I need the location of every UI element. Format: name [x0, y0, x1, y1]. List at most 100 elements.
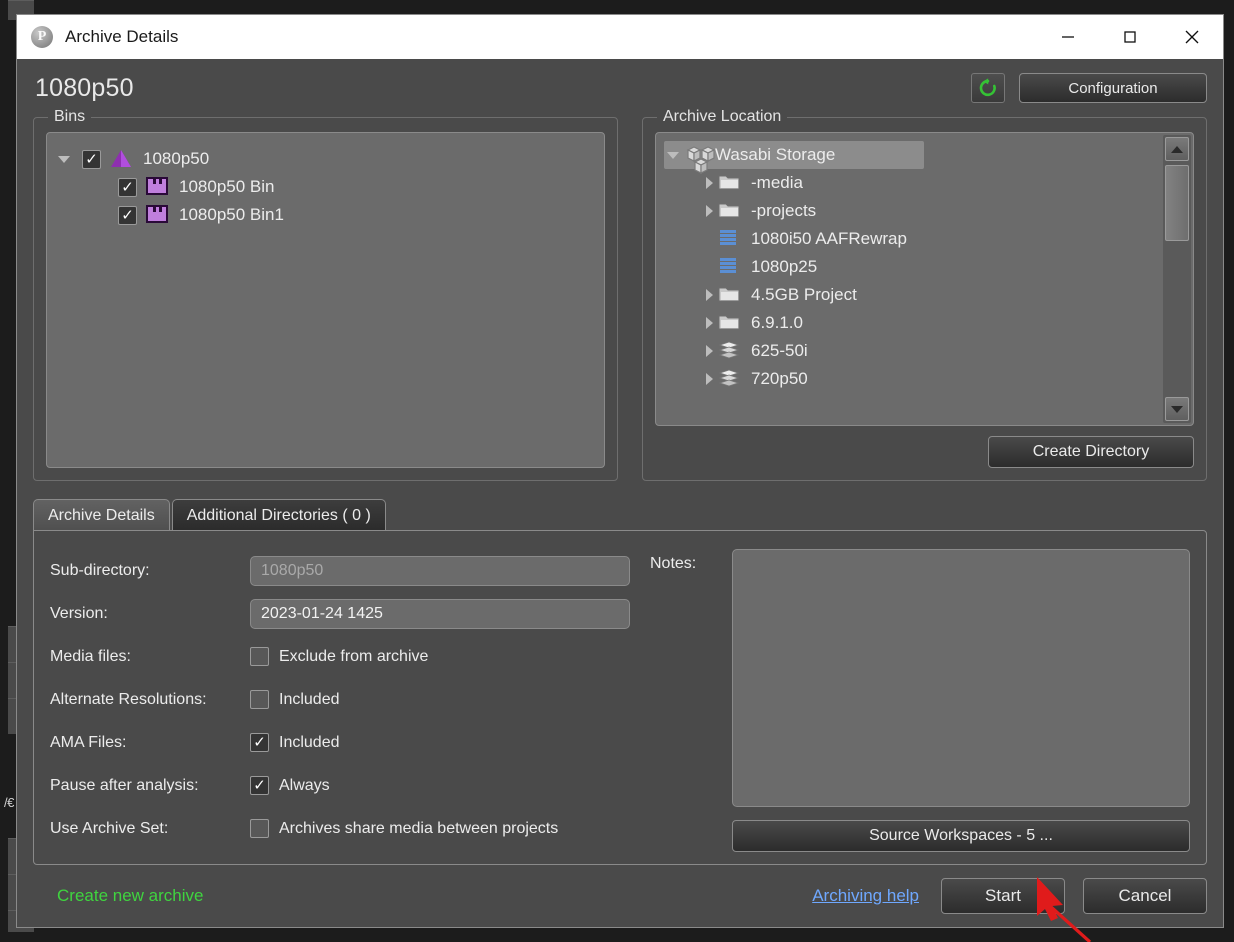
chevron-down-icon[interactable] [55, 150, 73, 168]
bin-checkbox[interactable]: ✓ [118, 205, 137, 225]
cancel-button[interactable]: Cancel [1083, 878, 1207, 914]
form-checkbox-text: Included [279, 733, 340, 751]
version-row: Version: 2023-01-24 1425 [50, 592, 640, 635]
bins-tree-row-label: 1080p50 Bin [179, 177, 275, 196]
archive-location-tree-row[interactable]: -projects [664, 197, 1185, 225]
subdirectory-label: Sub-directory: [50, 561, 150, 579]
stack-layers-icon [718, 369, 742, 389]
form-checkbox-row: Media files: ✓ Exclude from archive [50, 635, 640, 678]
scroll-down-button[interactable] [1165, 397, 1189, 421]
form-checkbox-control[interactable]: ✓ Always [250, 776, 330, 795]
form-checkbox-row: Pause after analysis: ✓ Always [50, 764, 640, 807]
notes-textarea[interactable] [732, 549, 1190, 807]
bins-tree-row[interactable]: ✓ 1080p50 Bin1 [55, 201, 596, 229]
bin-icon [146, 177, 170, 197]
archive-bars-icon [718, 257, 742, 277]
bin-checkbox[interactable]: ✓ [118, 177, 137, 197]
form-checkbox-control[interactable]: ✓ Exclude from archive [250, 647, 428, 666]
scroll-down-arrow-icon [1171, 405, 1183, 413]
form-checkbox-label: Use Archive Set: [50, 819, 169, 837]
form-checkbox[interactable]: ✓ [250, 819, 269, 838]
checkbox-rows: Media files: ✓ Exclude from archive Alterna… [50, 635, 640, 850]
bins-tree-row-label: 1080p50 Bin1 [179, 205, 284, 224]
form-checkbox[interactable]: ✓ [250, 690, 269, 709]
form-checkbox-control[interactable]: ✓ Included [250, 733, 340, 752]
form-checkbox[interactable]: ✓ [250, 776, 269, 795]
app-icon: P [31, 26, 53, 48]
form-checkbox-text: Archives share media between projects [279, 819, 559, 837]
create-directory-row: Create Directory [655, 426, 1194, 468]
chevron-right-icon[interactable] [700, 370, 718, 388]
checkmark-icon: ✓ [121, 178, 134, 196]
cube-storage-icon [682, 145, 716, 174]
bins-tree-row[interactable]: ✓ 1080p50 Bin [55, 173, 596, 201]
archive-location-tree-row[interactable]: 720p50 [664, 365, 1185, 393]
bins-tree-row[interactable]: ✓ 1080p50 [55, 145, 596, 173]
window-title: Archive Details [65, 27, 179, 46]
archive-location-tree-panel[interactable]: Wasabi Storage -media -projects 1080i50 AAF… [655, 132, 1194, 426]
window-titlebar: P Archive Details [17, 15, 1223, 59]
archive-location-tree-row-label: Wasabi Storage [715, 145, 836, 164]
version-label: Version: [50, 604, 108, 622]
folder-icon [718, 285, 742, 305]
archive-location-tree-row[interactable]: 6.9.1.0 [664, 309, 1185, 337]
form-checkbox-control[interactable]: ✓ Archives share media between projects [250, 819, 558, 838]
minimize-button[interactable] [1037, 15, 1099, 59]
archive-location-tree-row-label: -projects [751, 201, 817, 220]
chevron-right-icon[interactable] [700, 202, 718, 220]
scroll-up-button[interactable] [1165, 137, 1189, 161]
scrollbar-track[interactable] [1163, 163, 1191, 395]
form-checkbox-text: Exclude from archive [279, 647, 429, 665]
archive-location-tree-row-label: 1080i50 AAFRewrap [751, 229, 907, 248]
archive-location-tree-row[interactable]: 1080p25 [664, 253, 1185, 281]
form-checkbox[interactable]: ✓ [250, 647, 269, 666]
page-title: 1080p50 [35, 73, 134, 102]
form-checkbox-label: Media files: [50, 647, 131, 665]
form-checkbox-text: Always [279, 776, 330, 794]
configuration-button[interactable]: Configuration [1019, 73, 1207, 103]
archiving-help-link[interactable]: Archiving help [812, 886, 919, 906]
archive-location-tree-row[interactable]: 1080i50 AAFRewrap [664, 225, 1185, 253]
close-button[interactable] [1161, 15, 1223, 59]
archive-bars-icon [718, 229, 742, 249]
tab-additional-directories[interactable]: Additional Directories ( 0 ) [171, 499, 386, 531]
form-checkbox-control[interactable]: ✓ Included [250, 690, 340, 709]
chevron-right-icon[interactable] [700, 286, 718, 304]
create-directory-button[interactable]: Create Directory [988, 436, 1194, 468]
tab-panel: Sub-directory: 1080p50 Version: 2023-01-… [33, 530, 1207, 865]
maximize-button[interactable] [1099, 15, 1161, 59]
close-icon [1185, 30, 1199, 44]
source-workspaces-button[interactable]: Source Workspaces - 5 ... [732, 820, 1190, 852]
form-checkbox-row: AMA Files: ✓ Included [50, 721, 640, 764]
start-button[interactable]: Start [941, 878, 1065, 914]
tab-archive-details[interactable]: Archive Details [33, 499, 170, 531]
archive-location-tree-row-label: -media [751, 173, 803, 192]
bin-checkbox[interactable]: ✓ [82, 149, 101, 169]
scrollbar-thumb[interactable] [1165, 165, 1189, 241]
archive-location-tree-row[interactable]: -media [664, 169, 1185, 197]
maximize-icon [1124, 31, 1136, 43]
tab-strip: Archive Details Additional Directories ( … [33, 499, 1207, 531]
form-checkbox-label: AMA Files: [50, 733, 127, 751]
chevron-right-icon[interactable] [700, 314, 718, 332]
subdirectory-input[interactable]: 1080p50 [250, 555, 630, 586]
archive-location-tree-row[interactable]: Wasabi Storage [664, 141, 924, 174]
archive-location-tree-row[interactable]: 625-50i [664, 337, 1185, 365]
archive-location-group: Archive Location Wasabi Storage -media -pr… [642, 108, 1207, 481]
chevron-down-icon[interactable] [664, 146, 682, 164]
bins-tree-panel[interactable]: ✓ 1080p50 ✓ 1080p50 Bin ✓ 1080p50 Bin1 [46, 132, 605, 468]
form-checkbox[interactable]: ✓ [250, 733, 269, 752]
status-text: Create new archive [57, 886, 204, 905]
chevron-right-icon[interactable] [700, 342, 718, 360]
archive-location-scrollbar[interactable] [1163, 135, 1191, 423]
version-input[interactable]: 2023-01-24 1425 [250, 598, 630, 629]
bins-legend: Bins [48, 108, 92, 126]
refresh-button[interactable] [971, 73, 1005, 103]
scroll-up-arrow-icon [1171, 145, 1183, 153]
minimize-icon [1062, 36, 1074, 38]
checkmark-icon: ✓ [253, 734, 266, 751]
archive-location-tree-row[interactable]: 4.5GB Project [664, 281, 1185, 309]
